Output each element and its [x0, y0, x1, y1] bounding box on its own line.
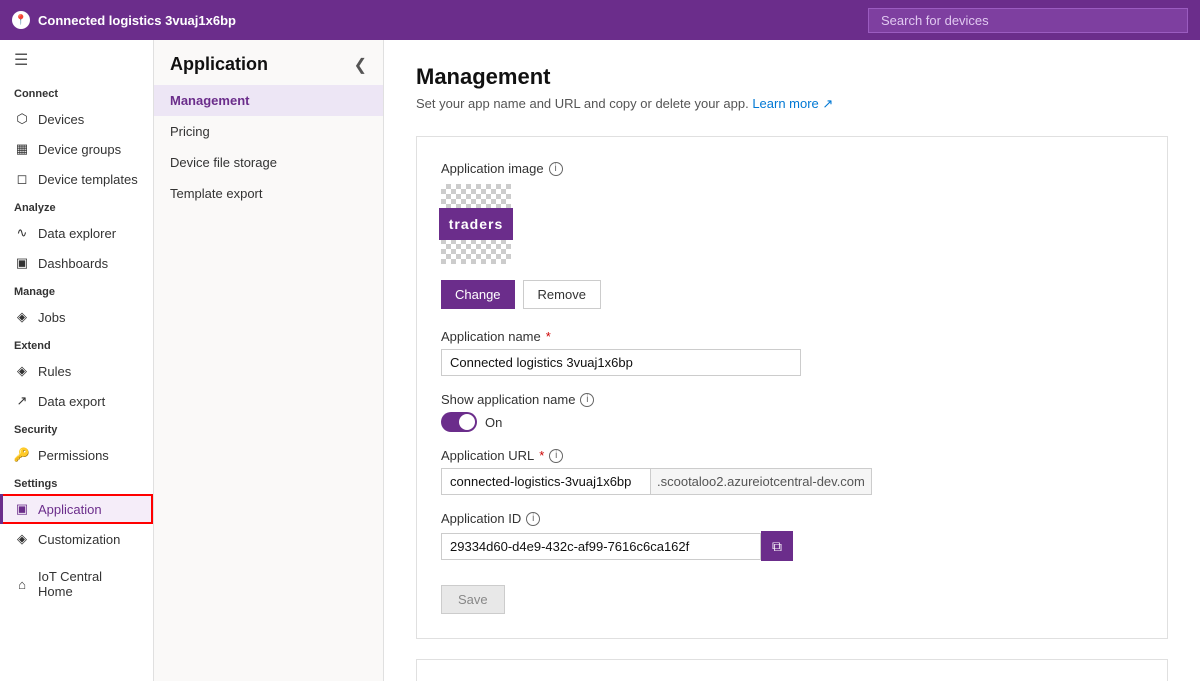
- app-id-input: [441, 533, 761, 560]
- mid-item-management[interactable]: Management: [154, 85, 383, 116]
- sidebar-item-permissions[interactable]: 🔑 Permissions: [0, 440, 153, 470]
- mid-panel-header: Application ❮: [154, 40, 383, 85]
- page-title: Management: [416, 64, 1168, 90]
- app-url-input[interactable]: [441, 468, 651, 495]
- mid-item-pricing[interactable]: Pricing: [154, 116, 383, 147]
- jobs-icon: ◈: [14, 309, 30, 325]
- sidebar-item-device-groups[interactable]: ▦ Device groups: [0, 134, 153, 164]
- sidebar-item-device-templates[interactable]: ◻ Device templates: [0, 164, 153, 194]
- toggle-on-label: On: [485, 415, 502, 430]
- app-name-label: Application name *: [441, 329, 1143, 344]
- topbar: 📍 Connected logistics 3vuaj1x6bp: [0, 0, 1200, 40]
- main-layout: ☰ Connect ⬡ Devices ▦ Device groups ◻ De…: [0, 40, 1200, 681]
- management-card: Application image i traders Change Remov…: [416, 136, 1168, 639]
- app-name-input[interactable]: [441, 349, 801, 376]
- data-export-icon: ↗: [14, 393, 30, 409]
- content-area: Management Set your app name and URL and…: [384, 40, 1200, 681]
- sidebar-item-data-export[interactable]: ↗ Data export: [0, 386, 153, 416]
- app-id-row: ⧉: [441, 531, 1143, 561]
- app-url-row: .scootaloo2.azureiotcentral-dev.com: [441, 468, 941, 495]
- devices-icon: ⬡: [14, 111, 30, 127]
- app-id-field: Application ID i ⧉: [441, 511, 1143, 561]
- sidebar-item-application[interactable]: ▣ Application: [0, 494, 153, 524]
- mid-panel-title: Application: [170, 54, 268, 75]
- mid-panel: Application ❮ Management Pricing Device …: [154, 40, 384, 681]
- rules-icon: ◈: [14, 363, 30, 379]
- show-app-name-info-icon[interactable]: i: [580, 393, 594, 407]
- dashboards-icon: ▣: [14, 255, 30, 271]
- sidebar-item-jobs[interactable]: ◈ Jobs: [0, 302, 153, 332]
- sidebar-item-customization[interactable]: ◈ Customization: [0, 524, 153, 554]
- app-image-field: Application image i traders: [441, 161, 1143, 264]
- data-explorer-icon: ∿: [14, 225, 30, 241]
- app-image-wrapper: traders: [441, 184, 511, 264]
- app-id-label: Application ID i: [441, 511, 1143, 526]
- iot-home-icon: ⌂: [14, 576, 30, 592]
- section-connect-label: Connect: [0, 80, 153, 104]
- show-app-name-field: Show application name i On: [441, 392, 1143, 432]
- toggle-row: On: [441, 412, 1143, 432]
- image-buttons: Change Remove: [441, 280, 1143, 309]
- section-manage-label: Manage: [0, 278, 153, 302]
- app-image-label: Application image i: [441, 161, 1143, 176]
- app-url-info-icon[interactable]: i: [549, 449, 563, 463]
- application-icon: ▣: [14, 501, 30, 517]
- app-image-info-icon[interactable]: i: [549, 162, 563, 176]
- app-name-required: *: [546, 329, 551, 344]
- device-groups-icon: ▦: [14, 141, 30, 157]
- page-subtitle: Set your app name and URL and copy or de…: [416, 96, 1168, 112]
- hamburger-menu[interactable]: ☰: [0, 40, 153, 80]
- sidebar: ☰ Connect ⬡ Devices ▦ Device groups ◻ De…: [0, 40, 154, 681]
- sidebar-item-devices[interactable]: ⬡ Devices: [0, 104, 153, 134]
- sidebar-item-dashboards[interactable]: ▣ Dashboards: [0, 248, 153, 278]
- section-extend-label: Extend: [0, 332, 153, 356]
- device-templates-icon: ◻: [14, 171, 30, 187]
- app-name-field: Application name *: [441, 329, 1143, 376]
- app-logo-icon: 📍: [12, 11, 30, 29]
- section-security-label: Security: [0, 416, 153, 440]
- change-image-button[interactable]: Change: [441, 280, 515, 309]
- copy-id-button[interactable]: ⧉: [761, 531, 793, 561]
- app-url-label: Application URL * i: [441, 448, 1143, 463]
- app-logo: traders: [439, 208, 513, 240]
- app-url-required: *: [539, 448, 544, 463]
- show-app-name-label: Show application name i: [441, 392, 1143, 407]
- remove-image-button[interactable]: Remove: [523, 280, 601, 309]
- sidebar-item-rules[interactable]: ◈ Rules: [0, 356, 153, 386]
- toggle-knob: [459, 414, 475, 430]
- mid-item-device-file-storage[interactable]: Device file storage: [154, 147, 383, 178]
- customization-icon: ◈: [14, 531, 30, 547]
- mid-panel-close-button[interactable]: ❮: [354, 55, 367, 75]
- app-url-field: Application URL * i .scootaloo2.azureiot…: [441, 448, 1143, 495]
- app-id-info-icon[interactable]: i: [526, 512, 540, 526]
- search-input[interactable]: [868, 8, 1188, 33]
- url-suffix: .scootaloo2.azureiotcentral-dev.com: [651, 468, 872, 495]
- permissions-icon: 🔑: [14, 447, 30, 463]
- learn-more-link[interactable]: Learn more ↗: [752, 96, 833, 111]
- section-settings-label: Settings: [0, 470, 153, 494]
- sidebar-item-iot-central-home[interactable]: ⌂ IoT Central Home: [0, 562, 153, 606]
- show-app-name-toggle[interactable]: [441, 412, 477, 432]
- section-analyze-label: Analyze: [0, 194, 153, 218]
- app-title: 📍 Connected logistics 3vuaj1x6bp: [12, 11, 236, 29]
- sidebar-item-data-explorer[interactable]: ∿ Data explorer: [0, 218, 153, 248]
- copy-application-card: Copy application i Create a copy of this…: [416, 659, 1168, 681]
- mid-item-template-export[interactable]: Template export: [154, 178, 383, 209]
- save-button[interactable]: Save: [441, 585, 505, 614]
